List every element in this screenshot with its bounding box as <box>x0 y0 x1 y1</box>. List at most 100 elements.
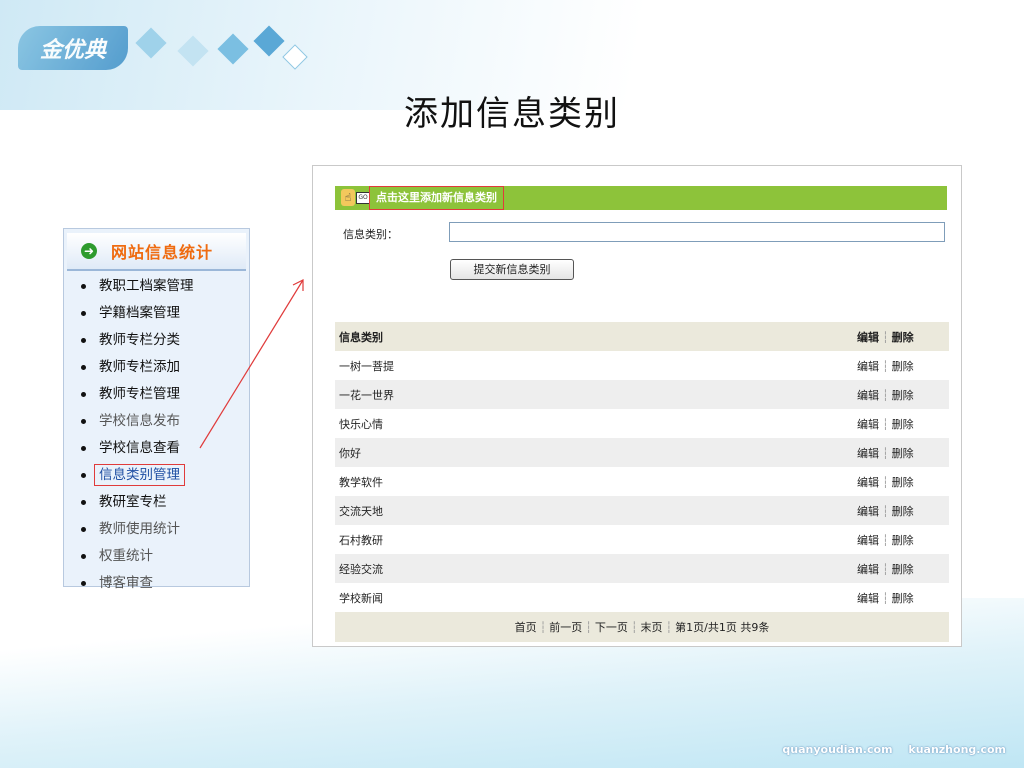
submit-category-button[interactable]: 提交新信息类别 <box>450 259 574 280</box>
table-row: 快乐心情 编辑 ┆ 删除 <box>335 409 949 438</box>
delete-link[interactable]: 删除 <box>892 447 914 460</box>
category-table: 信息类别 编辑 ┆ 删除 一树一菩提 编辑 ┆ 删除 一花一世界 编辑 ┆ 删除 快乐心情 … <box>335 322 949 642</box>
bullet-icon <box>81 553 86 559</box>
hand-icon: ☝ <box>341 189 355 206</box>
main-panel: ☝ GO 点击这里添加新信息类别 信息类别： 提交新信息类别 信息类别 编辑 ┆ 删… <box>312 165 962 647</box>
separator: ┆ <box>882 562 889 576</box>
add-toolbar: ☝ GO 点击这里添加新信息类别 <box>335 186 947 210</box>
sidebar-item[interactable]: 教师专栏添加 <box>64 354 249 381</box>
delete-link[interactable]: 删除 <box>892 360 914 373</box>
edit-link[interactable]: 编辑 <box>857 418 879 431</box>
category-name: 经验交流 <box>335 554 853 583</box>
pager: 首页 ┆ 前一页 ┆ 下一页 ┆ 末页 ┆ 第1页/共1页 共9条 <box>335 612 949 642</box>
row-ops: 编辑 ┆ 删除 <box>853 583 949 612</box>
sidebar-item-label: 教师专栏分类 <box>99 332 180 348</box>
sidebar-item[interactable]: 学籍档案管理 <box>64 300 249 327</box>
category-name: 一树一菩提 <box>339 359 394 373</box>
sidebar-item-label: 教职工档案管理 <box>99 278 194 294</box>
separator: ┆ <box>882 446 889 460</box>
arrow-head-icon <box>292 279 304 291</box>
edit-link[interactable]: 编辑 <box>857 534 879 547</box>
delete-link[interactable]: 删除 <box>892 592 914 605</box>
bullet-icon <box>81 364 86 370</box>
separator: ┆ <box>882 388 889 402</box>
separator: ┆ <box>882 475 889 489</box>
edit-link[interactable]: 编辑 <box>857 447 879 460</box>
sidebar-item-label: 教师专栏管理 <box>99 386 180 402</box>
table-row: 交流天地 编辑 ┆ 删除 <box>335 496 949 525</box>
row-ops: 编辑 ┆ 删除 <box>853 351 949 380</box>
category-name: 你好 <box>335 438 853 467</box>
table-row: 你好 编辑 ┆ 删除 <box>335 438 949 467</box>
edit-link[interactable]: 编辑 <box>857 389 879 402</box>
table-row: 学校新闻 编辑 ┆ 删除 <box>335 583 949 612</box>
bullet-icon <box>81 283 86 289</box>
table-row: 一花一世界 编辑 ┆ 删除 <box>335 380 949 409</box>
delete-link[interactable]: 删除 <box>892 476 914 489</box>
sidebar-item[interactable]: 教研室专栏 <box>64 489 249 516</box>
row-ops: 编辑 ┆ 删除 <box>853 467 949 496</box>
footer-watermark: quanyoudian.com kuanzhong.com <box>770 743 1006 756</box>
sidebar-item-label: 学籍档案管理 <box>99 305 180 321</box>
delete-link[interactable]: 删除 <box>892 389 914 402</box>
add-category-link[interactable]: 点击这里添加新信息类别 <box>369 186 504 210</box>
column-header-name: 信息类别 <box>335 322 853 351</box>
sidebar-item-label: 信息类别管理 <box>94 464 185 486</box>
row-ops: 编辑 ┆ 删除 <box>853 438 949 467</box>
pager-prev-link[interactable]: 前一页 <box>549 621 582 634</box>
bullet-icon <box>81 337 86 343</box>
row-ops: 编辑 ┆ 删除 <box>853 554 949 583</box>
sidebar-header: ➜ 网站信息统计 <box>67 233 246 271</box>
delete-link[interactable]: 删除 <box>892 534 914 547</box>
sidebar-item-label: 博客审查 <box>99 575 153 591</box>
pager-next-link[interactable]: 下一页 <box>595 621 628 634</box>
box-icon: GO <box>356 192 370 204</box>
edit-link[interactable]: 编辑 <box>857 592 879 605</box>
pager-total: 共9条 <box>740 621 770 634</box>
edit-link[interactable]: 编辑 <box>857 563 879 576</box>
separator: ┆ <box>630 621 638 634</box>
category-field-label: 信息类别： <box>343 228 398 241</box>
category-name: 交流天地 <box>335 496 853 525</box>
sidebar-item[interactable]: 权重统计 <box>64 543 249 570</box>
pager-last-link[interactable]: 末页 <box>641 621 663 634</box>
arrow-right-icon: ➜ <box>81 243 97 259</box>
table-header-row: 信息类别 编辑 ┆ 删除 <box>335 322 949 351</box>
sidebar-header-label: 网站信息统计 <box>111 243 214 262</box>
delete-link[interactable]: 删除 <box>892 505 914 518</box>
delete-link[interactable]: 删除 <box>892 563 914 576</box>
sidebar-item[interactable]: 学校信息查看 <box>64 435 249 462</box>
bullet-icon <box>81 472 86 478</box>
separator: ┆ <box>539 621 547 634</box>
sidebar-item[interactable]: 教师专栏分类 <box>64 327 249 354</box>
edit-link[interactable]: 编辑 <box>857 505 879 518</box>
sidebar-item-active[interactable]: 信息类别管理 <box>64 462 249 489</box>
bullet-icon <box>81 445 86 451</box>
category-input[interactable] <box>449 222 945 242</box>
sidebar-item-label: 教师使用统计 <box>99 521 180 537</box>
row-ops: 编辑 ┆ 删除 <box>853 525 949 554</box>
pager-page-info: 第1页/共1页 <box>675 621 737 634</box>
sidebar-item[interactable]: 教职工档案管理 <box>64 273 249 300</box>
slide-title: 添加信息类别 <box>404 94 620 134</box>
category-name: 石村教研 <box>339 533 383 547</box>
edit-link[interactable]: 编辑 <box>857 476 879 489</box>
bullet-icon <box>81 391 86 397</box>
separator: ┆ <box>882 359 889 373</box>
sidebar-item[interactable]: 教师使用统计 <box>64 516 249 543</box>
row-ops: 编辑 ┆ 删除 <box>853 380 949 409</box>
sidebar-item[interactable]: 学校信息发布 <box>64 408 249 435</box>
separator: ┆ <box>882 533 889 547</box>
bullet-icon <box>81 526 86 532</box>
delete-link[interactable]: 删除 <box>892 418 914 431</box>
sidebar-item-label: 学校信息发布 <box>99 413 180 429</box>
column-header-delete: 删除 <box>891 330 914 344</box>
column-header-edit: 编辑 <box>857 330 879 344</box>
edit-link[interactable]: 编辑 <box>857 360 879 373</box>
pager-first-link[interactable]: 首页 <box>515 621 537 634</box>
sidebar-item-label: 权重统计 <box>99 548 153 564</box>
bullet-icon <box>81 499 86 505</box>
sidebar-item[interactable]: 教师专栏管理 <box>64 381 249 408</box>
footer-site-2: kuanzhong.com <box>908 743 1006 756</box>
sidebar-item[interactable]: 博客审查 <box>64 570 249 597</box>
